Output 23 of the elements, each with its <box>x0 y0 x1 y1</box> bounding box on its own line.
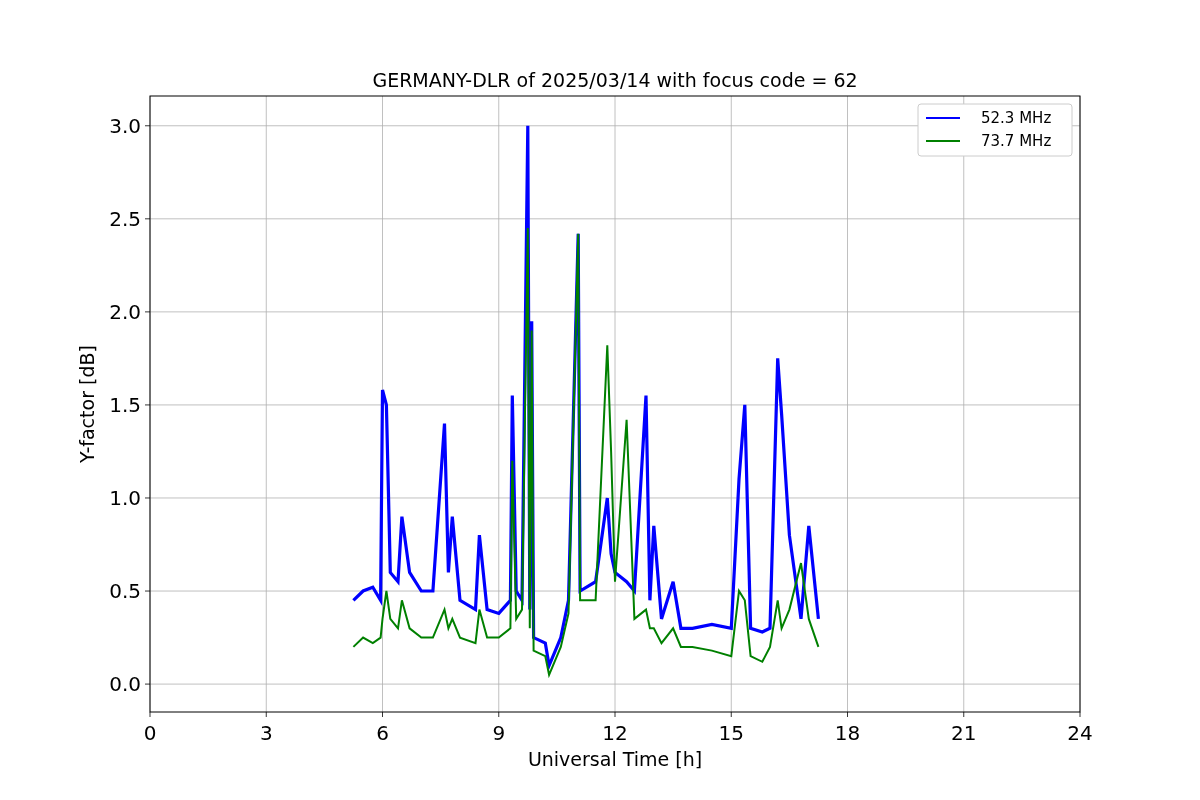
x-tick-label: 18 <box>834 721 861 745</box>
y-tick-label: 2.0 <box>109 299 141 324</box>
legend-line-swatch <box>925 140 961 142</box>
y-tick-label: 3.0 <box>109 113 141 138</box>
y-tick-label: 1.0 <box>109 486 141 510</box>
legend-label: 52.3 MHz <box>981 109 1052 127</box>
y-tick-label: 0.0 <box>109 672 141 697</box>
legend-label: 73.7 MHz <box>981 132 1052 150</box>
y-axis-label: Y-factor [dB] <box>76 345 98 463</box>
y-tick-label: 1.5 <box>109 392 141 417</box>
x-tick-label: 9 <box>492 721 506 745</box>
x-tick-label: 15 <box>718 721 744 745</box>
legend-line-swatch <box>925 117 961 119</box>
x-tick-label: 21 <box>951 721 977 745</box>
x-tick-label: 24 <box>1067 721 1093 745</box>
y-tick-label: 0.5 <box>109 579 141 604</box>
x-tick-label: 6 <box>376 721 389 745</box>
x-tick-label: 3 <box>259 721 273 745</box>
y-tick-label: 2.5 <box>109 206 141 231</box>
x-tick-label: 0 <box>143 721 157 745</box>
chart-title: GERMANY-DLR of 2025/03/14 with focus code = 62 <box>372 69 858 91</box>
x-tick-label: 12 <box>602 721 628 745</box>
x-axis-label: Universal Time [h] <box>527 748 703 770</box>
